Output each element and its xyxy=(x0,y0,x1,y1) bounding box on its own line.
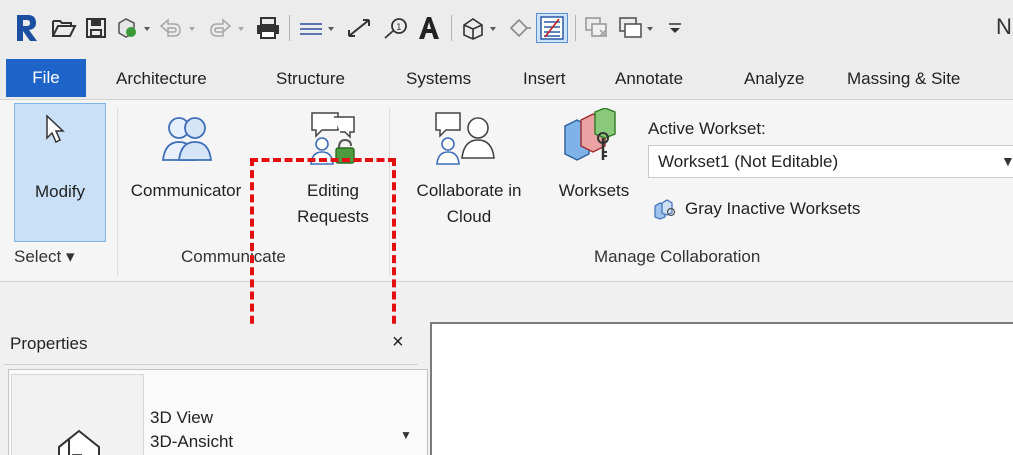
tab-systems[interactable]: Systems xyxy=(406,57,471,100)
quick-access-toolbar: 1 N xyxy=(0,0,1013,57)
active-workset-label: Active Workset: xyxy=(648,119,766,138)
sync-icon[interactable] xyxy=(114,13,154,43)
section-icon[interactable] xyxy=(506,13,532,43)
switch-windows-icon[interactable] xyxy=(616,13,660,43)
cursor-arrow-icon xyxy=(46,114,65,144)
collaborate-in-cloud-button[interactable]: Collaborate in Cloud xyxy=(398,108,540,238)
tab-structure[interactable]: Structure xyxy=(276,57,345,100)
type-name-line2: 3D-Ansicht xyxy=(150,432,234,451)
collaborate-label-line1: Collaborate in xyxy=(416,181,522,200)
collaborate-cloud-icon xyxy=(435,112,495,165)
type-selector[interactable]: 3D View 3D-Ansicht ▼ xyxy=(8,369,428,455)
manage-collaboration-panel-label: Manage Collaboration xyxy=(594,247,761,266)
select-panel-label[interactable]: Select ▾ xyxy=(14,247,75,273)
communicator-icon xyxy=(161,117,213,161)
type-name: 3D View 3D-Ansicht xyxy=(150,406,233,454)
type-preview xyxy=(11,374,144,455)
tab-massing-site[interactable]: Massing & Site xyxy=(847,57,960,100)
chevron-down-icon[interactable]: ▼ xyxy=(400,428,412,442)
revit-logo-icon[interactable] xyxy=(14,13,40,43)
close-hidden-icon[interactable] xyxy=(582,13,612,43)
panel-separator xyxy=(117,108,118,276)
close-icon[interactable]: × xyxy=(392,331,404,354)
ribbon-tabs: File Architecture Structure Systems Inse… xyxy=(0,57,1013,100)
svg-text:1: 1 xyxy=(396,23,402,33)
save-icon[interactable] xyxy=(82,13,110,43)
redo-icon[interactable] xyxy=(206,13,250,43)
text-icon[interactable] xyxy=(416,13,442,43)
worksets-button[interactable]: Worksets xyxy=(547,108,641,238)
customize-qat-icon[interactable] xyxy=(664,13,686,43)
window-title: N xyxy=(996,14,1012,39)
tab-analyze[interactable]: Analyze xyxy=(744,57,804,100)
editing-requests-highlight xyxy=(250,158,396,348)
3d-house-icon xyxy=(58,429,100,455)
tab-file[interactable]: File xyxy=(6,59,86,97)
modify-label: Modify xyxy=(34,182,86,201)
worksets-label: Worksets xyxy=(558,181,630,200)
properties-palette: Properties × 3D View 3D-Ansicht ▼ xyxy=(4,325,428,455)
worksets-icon xyxy=(564,108,616,161)
undo-icon[interactable] xyxy=(157,13,201,43)
communicator-label: Communicator xyxy=(130,181,242,200)
thin-lines-icon[interactable] xyxy=(536,13,568,43)
toolbar-separator xyxy=(575,15,576,41)
toolbar-separator xyxy=(289,15,290,41)
properties-title: Properties xyxy=(10,334,88,353)
gray-worksets-icon xyxy=(654,199,676,220)
communicator-button[interactable]: Communicator xyxy=(123,108,249,238)
tab-insert[interactable]: Insert xyxy=(523,57,566,100)
print-icon[interactable] xyxy=(254,13,282,43)
active-workset-dropdown[interactable]: Workset1 (Not Editable) xyxy=(648,145,1013,178)
ribbon: Modify Select ▾ Communicator Editing Req… xyxy=(0,100,1013,348)
chevron-down-icon[interactable]: ▼ xyxy=(1001,145,1013,178)
modify-button[interactable]: Modify xyxy=(14,103,106,242)
dimension-icon[interactable] xyxy=(344,13,374,43)
properties-header: Properties × xyxy=(4,325,418,365)
measure-icon[interactable] xyxy=(296,13,340,43)
collaborate-label-line2: Cloud xyxy=(446,207,492,226)
toolbar-separator xyxy=(451,15,452,41)
view-canvas[interactable] xyxy=(430,322,1013,455)
tag-icon[interactable]: 1 xyxy=(380,13,412,43)
type-name-line1: 3D View xyxy=(150,408,213,427)
gray-inactive-worksets-label: Gray Inactive Worksets xyxy=(685,199,861,218)
gray-inactive-worksets-button[interactable]: Gray Inactive Worksets xyxy=(653,195,860,223)
3d-view-icon[interactable] xyxy=(459,13,503,43)
tab-architecture[interactable]: Architecture xyxy=(116,57,207,100)
open-icon[interactable] xyxy=(50,13,78,43)
tab-annotate[interactable]: Annotate xyxy=(615,57,683,100)
